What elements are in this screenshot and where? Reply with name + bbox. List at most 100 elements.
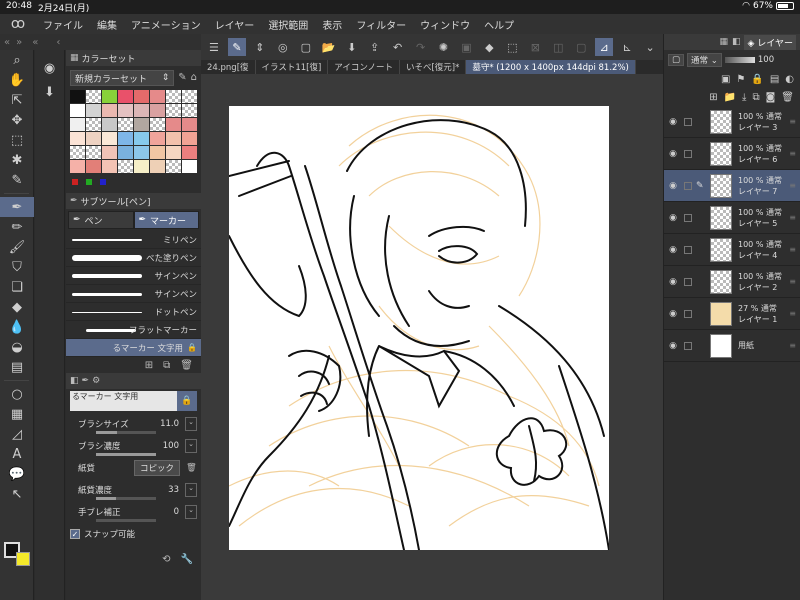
color-swatch[interactable] (182, 146, 197, 159)
record-icon[interactable]: ◎ (274, 38, 292, 56)
color-swatch[interactable] (150, 146, 165, 159)
green-dot-icon[interactable] (86, 179, 92, 185)
brush-item-selected[interactable]: るマーカー 文字用 🔒 (66, 339, 201, 357)
fill-icon[interactable]: ◆ (480, 38, 498, 56)
color-swatch[interactable] (70, 118, 85, 131)
drag-handle-icon[interactable]: ≡ (789, 245, 796, 254)
color-swatch[interactable] (150, 132, 165, 145)
document-tab[interactable]: アイコンノート (328, 60, 400, 74)
wrench-icon[interactable]: 🔧 (181, 554, 193, 565)
eye-icon[interactable]: ◉ (666, 213, 680, 223)
color-swatch[interactable] (134, 160, 149, 173)
brush-tool-icon[interactable]: 🖌 (0, 237, 34, 257)
transform-icon[interactable]: ⬚ (503, 38, 521, 56)
color-swatch[interactable] (182, 132, 197, 145)
color-swatch[interactable] (102, 160, 117, 173)
red-dot-icon[interactable] (72, 179, 78, 185)
menu-filter[interactable]: フィルター (349, 17, 413, 32)
color-swatch[interactable] (86, 104, 101, 117)
menu-file[interactable]: ファイル (36, 17, 90, 32)
trash-icon[interactable]: 🗑 (781, 92, 794, 103)
menu-selection[interactable]: 選択範囲 (261, 17, 315, 32)
color-swatch[interactable] (182, 90, 197, 103)
clear-icon[interactable]: ▣ (457, 38, 475, 56)
color-swatch[interactable] (134, 146, 149, 159)
color-swatch[interactable] (134, 90, 149, 103)
panel-tab-icon[interactable]: ◧ (732, 37, 741, 47)
zoom-tool-icon[interactable]: ⌕ (0, 50, 34, 70)
layer-lock-toggle[interactable] (684, 181, 692, 190)
menu-window[interactable]: ウィンドウ (413, 17, 477, 32)
new-folder-icon[interactable]: 📁 (724, 92, 736, 103)
add-brush-icon[interactable]: ⊞ (145, 360, 153, 371)
color-swatch[interactable] (86, 118, 101, 131)
color-swatch[interactable] (166, 132, 181, 145)
correct-line-tool-icon[interactable]: ↖ (0, 484, 34, 504)
duplicate-icon[interactable]: ⧉ (163, 360, 170, 371)
color-swatch[interactable] (134, 118, 149, 131)
clip-icon[interactable]: ▣ (721, 74, 730, 85)
magic-wand-icon[interactable]: ✱ (0, 150, 34, 170)
pen-tool-icon[interactable]: ✒ (0, 197, 34, 217)
color-swatch[interactable] (182, 160, 197, 173)
color-swatch[interactable] (150, 160, 165, 173)
new-layer-icon[interactable]: ⊞ (709, 92, 717, 103)
layer-item-selected[interactable]: ◉ ✎ 100 % 通常 レイヤー 7 ≡ (664, 170, 800, 202)
layer-item[interactable]: ◉ 用紙 ≡ (664, 330, 800, 362)
eye-icon[interactable]: ◉ (666, 117, 680, 127)
sub-color-swatch[interactable] (16, 552, 30, 566)
gradient-tool-icon[interactable]: ▤ (0, 357, 34, 377)
layer-item[interactable]: ◉ 27 % 通常 レイヤー 1 ≡ (664, 298, 800, 330)
trash-icon[interactable]: 🗑 (180, 360, 193, 371)
paper-density-value[interactable]: 33 (168, 485, 179, 495)
quick-access-icon[interactable]: ✎ (227, 38, 246, 56)
color-swatch[interactable] (70, 90, 85, 103)
airbrush-tool-icon[interactable]: ⛉ (0, 257, 34, 277)
brush-item[interactable]: サインペン (66, 285, 201, 303)
open-folder-icon[interactable]: 📂 (320, 38, 338, 56)
save-icon[interactable]: ⬇ (343, 38, 361, 56)
color-swatch[interactable] (118, 104, 133, 117)
layer-item[interactable]: ◉ 100 % 通常 レイヤー 5 ≡ (664, 202, 800, 234)
snap-checkbox[interactable]: ✓ (70, 529, 80, 539)
export-icon[interactable]: ⇪ (366, 38, 384, 56)
collapse-left-icon[interactable]: « (4, 37, 10, 48)
chevron-left-icon[interactable]: ‹ (56, 37, 60, 48)
spinner-icon[interactable]: ⌄ (185, 439, 197, 453)
hand-tool-icon[interactable]: ✋ (0, 70, 34, 90)
color-swatch[interactable] (166, 118, 181, 131)
trash-icon[interactable]: 🗑 (186, 463, 197, 473)
drag-handle-icon[interactable]: ≡ (789, 213, 796, 222)
layer-lock-toggle[interactable] (684, 277, 692, 286)
drag-handle-icon[interactable]: ≡ (789, 277, 796, 286)
lock-icon[interactable]: 🔒 (177, 391, 197, 411)
pencil-tool-icon[interactable]: ✏ (0, 217, 34, 237)
redo-icon[interactable]: ↷ (412, 38, 430, 56)
ruler-tool-icon[interactable]: ◿ (0, 424, 34, 444)
document-tab[interactable]: イラスト11[復] (256, 60, 329, 74)
color-swatch[interactable] (182, 104, 197, 117)
color-swatch[interactable] (118, 132, 133, 145)
color-swatch[interactable] (166, 104, 181, 117)
eyedropper-icon[interactable]: ✎ (0, 170, 34, 190)
brush-size-slider[interactable] (96, 431, 156, 434)
new-file-icon[interactable]: ▢ (297, 38, 315, 56)
layer-lock-toggle[interactable] (684, 213, 692, 222)
eye-icon[interactable]: ◉ (666, 181, 680, 191)
color-swatch[interactable] (86, 146, 101, 159)
stabilization-value[interactable]: 0 (174, 507, 179, 517)
layer-item[interactable]: ◉ 100 % 通常 レイヤー 4 ≡ (664, 234, 800, 266)
color-swatch[interactable] (118, 160, 133, 173)
document-tab[interactable]: いそべ[復元]* (400, 60, 467, 74)
settings-icon[interactable]: ⌂ (191, 72, 197, 83)
menu-animation[interactable]: アニメーション (124, 17, 208, 32)
brush-density-slider[interactable] (96, 453, 156, 456)
navigator-icon[interactable]: ◉ (35, 56, 64, 80)
layer-item[interactable]: ◉ 100 % 通常 レイヤー 3 ≡ (664, 106, 800, 138)
fill-tool-icon[interactable]: ◒ (0, 337, 34, 357)
document-tab-active[interactable]: 墓守* (1200 x 1400px 144dpi 81.2%) (466, 60, 636, 74)
combine-icon[interactable]: ⧉ (752, 92, 759, 103)
layer-mask-icon[interactable]: ◙ (766, 92, 776, 103)
spinner-icon[interactable]: ⌄ (185, 417, 197, 431)
paper-density-slider[interactable] (96, 497, 156, 500)
